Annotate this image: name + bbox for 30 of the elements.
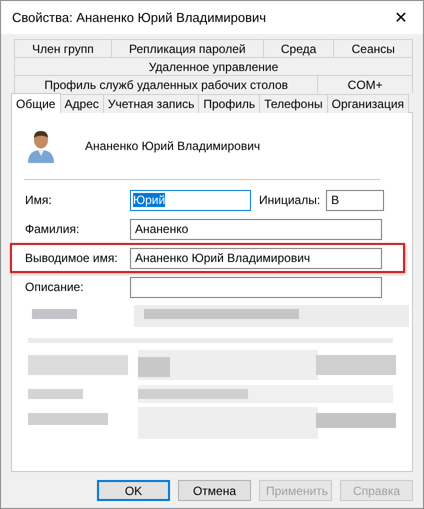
- field-label: Имя:: [24, 193, 53, 207]
- tab[interactable]: Профиль служб удаленных рабочих столов: [14, 75, 318, 93]
- tab[interactable]: Общие: [11, 93, 60, 113]
- field-label: Описание:: [24, 280, 85, 294]
- tab[interactable]: Член групп: [14, 39, 112, 57]
- tab[interactable]: Репликация паролей: [110, 39, 264, 57]
- field-label: Выводимое имя:: [24, 251, 119, 265]
- field-label: Фамилия:: [24, 222, 80, 236]
- tab[interactable]: Организация: [326, 94, 410, 113]
- tab[interactable]: COM+: [317, 75, 414, 93]
- description-field[interactable]: [130, 276, 382, 298]
- dialog-button[interactable]: OK: [97, 480, 170, 501]
- first-name-field[interactable]: Юрий: [130, 190, 251, 210]
- tab[interactable]: Среда: [262, 39, 334, 57]
- tab[interactable]: Удаленное управление: [14, 57, 413, 75]
- close-button[interactable]: ✕: [379, 2, 423, 32]
- tab[interactable]: Учетная запись: [102, 94, 200, 113]
- field-label: Инициалы:: [259, 193, 320, 207]
- last-name-field[interactable]: Ананенко: [130, 218, 382, 240]
- window-title: Свойства: Ананенко Юрий Владимирович: [12, 10, 266, 25]
- tab[interactable]: Адрес: [60, 94, 104, 113]
- display-name-field[interactable]: Ананенко Юрий Владимирович: [130, 248, 382, 268]
- tab[interactable]: Сеансы: [333, 39, 414, 57]
- field-value: Юрий: [133, 193, 166, 207]
- initials-field[interactable]: В: [326, 190, 384, 210]
- tab[interactable]: Телефоны: [259, 94, 328, 113]
- user-name: Ананенко Юрий Владимирович: [85, 139, 260, 153]
- tab[interactable]: Профиль: [198, 94, 260, 113]
- user-icon: [25, 129, 57, 163]
- dialog-button[interactable]: Отмена: [178, 480, 251, 501]
